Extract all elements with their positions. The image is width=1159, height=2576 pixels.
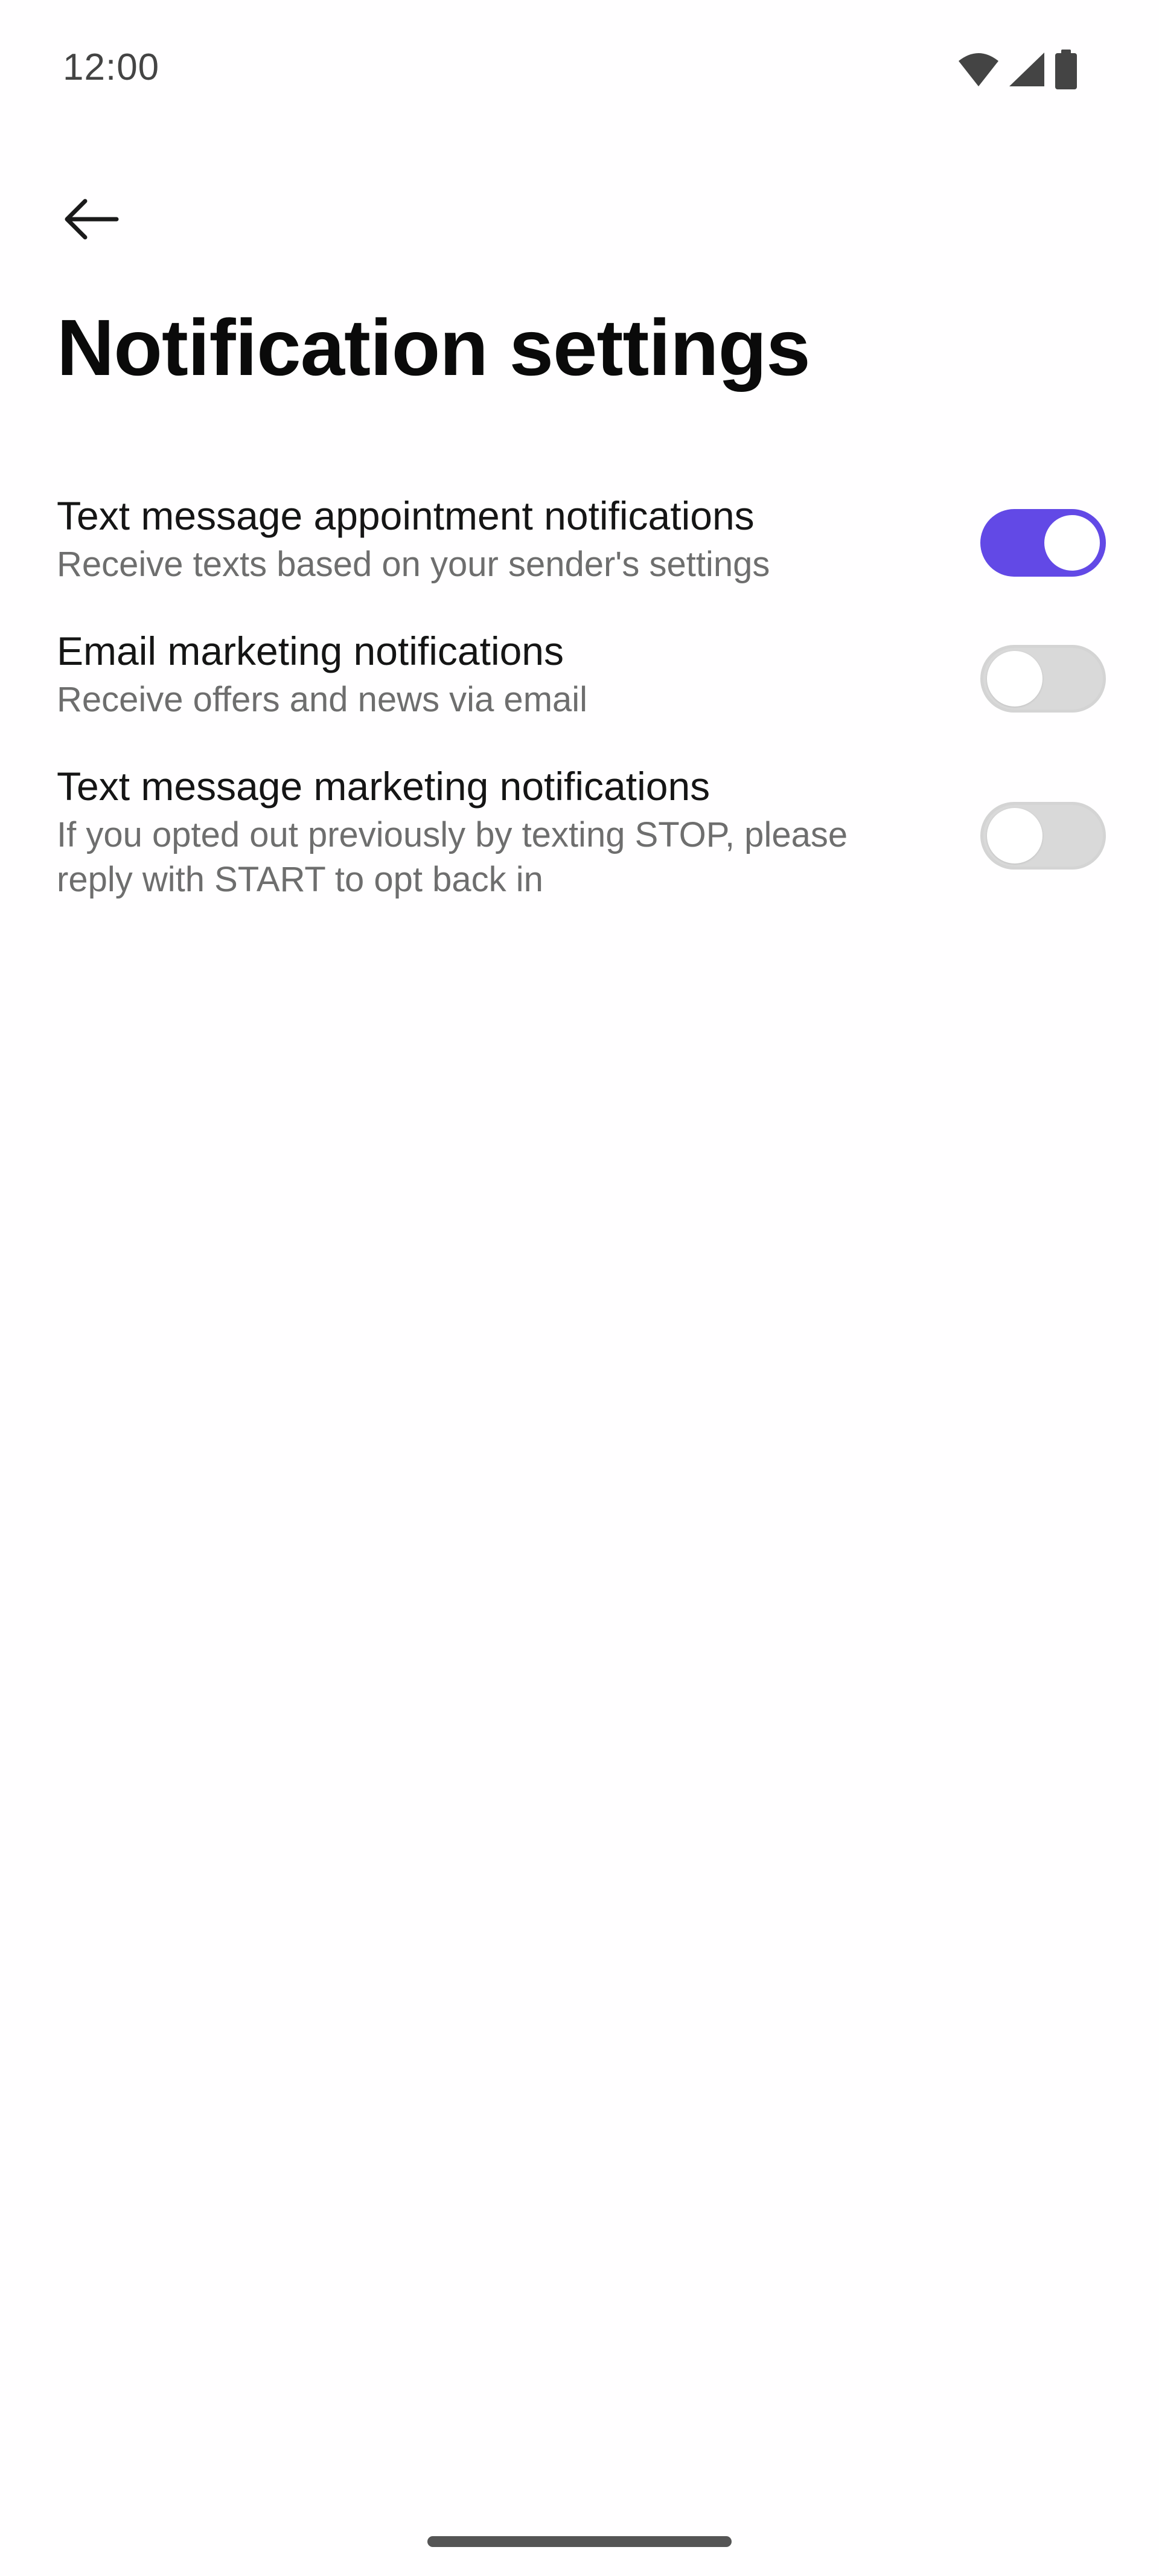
text-marketing-toggle[interactable] — [980, 802, 1106, 870]
setting-title: Email marketing notifications — [57, 629, 564, 673]
setting-text: Email marketing notifications Receive of… — [57, 626, 926, 722]
toggle-knob — [987, 808, 1042, 863]
status-bar: 12:00 — [0, 0, 1159, 139]
setting-description: If you opted out previously by texting S… — [57, 815, 848, 899]
setting-description: Receive offers and news via email — [57, 680, 588, 719]
setting-row-email-marketing: Email marketing notifications Receive of… — [0, 626, 1159, 734]
notification-settings-screen: 12:00 Notification settings Text message… — [0, 0, 1159, 2576]
setting-title: Text message appointment notifications — [57, 493, 755, 538]
back-button[interactable] — [58, 187, 124, 254]
toggle-knob — [1044, 515, 1100, 571]
signal-icon — [1008, 51, 1046, 88]
page-title: Notification settings — [57, 303, 811, 392]
setting-text: Text message appointment notifications R… — [57, 490, 926, 587]
toggle-knob — [987, 651, 1042, 706]
arrow-left-icon — [63, 198, 119, 243]
email-marketing-toggle[interactable] — [980, 645, 1106, 713]
home-indicator[interactable] — [427, 2536, 732, 2547]
setting-row-text-marketing: Text message marketing notifications If … — [0, 761, 1159, 918]
status-time: 12:00 — [63, 46, 160, 88]
setting-title: Text message marketing notifications — [57, 764, 710, 809]
battery-icon — [1054, 50, 1078, 89]
wifi-icon — [957, 51, 1000, 88]
setting-text: Text message marketing notifications If … — [57, 761, 920, 902]
status-icons — [957, 50, 1078, 89]
setting-description: Receive texts based on your sender's set… — [57, 545, 770, 584]
text-appointment-toggle[interactable] — [980, 509, 1106, 577]
setting-row-text-appointment: Text message appointment notifications R… — [0, 490, 1159, 599]
